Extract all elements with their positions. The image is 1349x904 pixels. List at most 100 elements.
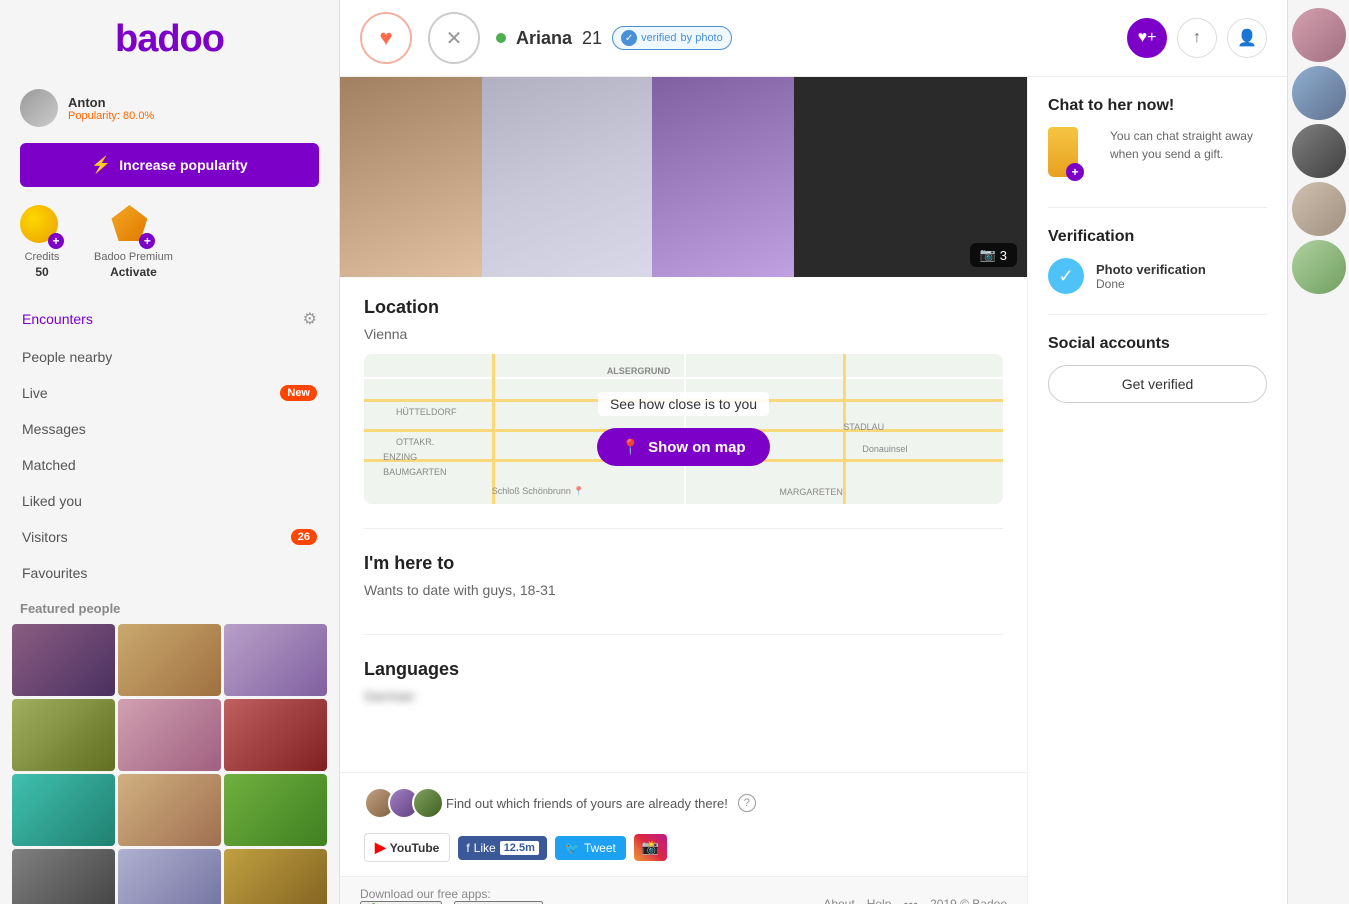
sidebar-item-people-nearby[interactable]: People nearby [10, 339, 329, 375]
app-logo: badoo [0, 0, 339, 71]
facebook-button[interactable]: f Like 12.5m [458, 836, 547, 860]
chat-promo-body: + You can chat straight away when you se… [1048, 127, 1267, 187]
live-item-left: Live [22, 385, 48, 401]
premium-plus-icon: + [139, 233, 155, 249]
avatar-image [20, 89, 58, 127]
featured-item[interactable] [12, 699, 115, 771]
sidebar-item-favourites[interactable]: Favourites [10, 555, 329, 591]
visitors-badge: 26 [291, 529, 317, 545]
social-accounts-section: Social accounts Get verified [1048, 335, 1267, 403]
super-like-button[interactable]: ♥+ [1127, 18, 1167, 58]
premium-item[interactable]: + Badoo Premium Activate [94, 205, 173, 279]
verification-status: Done [1096, 277, 1206, 291]
thumbnail-item[interactable] [1292, 240, 1346, 294]
increase-popularity-button[interactable]: ⚡ Increase popularity [20, 143, 319, 187]
footer-help-link[interactable]: Help [867, 897, 892, 904]
app-download-label: Download our free apps: [360, 887, 491, 901]
facebook-icon: f [466, 841, 469, 855]
featured-item[interactable] [224, 699, 327, 771]
youtube-icon: ▶ [375, 839, 386, 856]
twitter-button[interactable]: 🐦 Tweet [555, 836, 626, 860]
thumbnail-item[interactable] [1292, 182, 1346, 236]
here-to-section: I'm here to Wants to date with guys, 18-… [364, 553, 1003, 635]
youtube-button[interactable]: ▶ YouTube [364, 833, 450, 862]
credits-item[interactable]: + Credits 50 [20, 205, 64, 279]
location-section: Location Vienna A [364, 297, 1003, 529]
main-content: ♥ ✕ Ariana 21 ✓ verified by photo ♥+ ↑ 👤 [340, 0, 1287, 904]
featured-title: Featured people [0, 591, 339, 624]
show-on-map-label: Show on map [648, 439, 746, 456]
verified-badge: ✓ verified by photo [612, 26, 732, 50]
share-button[interactable]: ↑ [1177, 18, 1217, 58]
featured-item[interactable] [12, 624, 115, 696]
thumbnail-item[interactable] [1292, 8, 1346, 62]
featured-item[interactable] [224, 624, 327, 696]
featured-item[interactable] [12, 774, 115, 846]
filter-icon[interactable]: ⚙ [303, 309, 317, 329]
profile-column: 📷 3 Location Vienna [340, 77, 1027, 904]
right-thumbnail-strip [1287, 0, 1349, 904]
nav-section: Encounters ⚙ People nearby Live New Mess… [0, 299, 339, 591]
avatar [20, 89, 58, 127]
photo-strip: 📷 3 [340, 77, 1027, 277]
photo-1[interactable] [340, 77, 482, 277]
help-icon[interactable]: ? [738, 794, 756, 812]
user-info: Anton Popularity: 80.0% [0, 81, 339, 135]
footer-more-icon[interactable]: ••• [903, 896, 918, 904]
facebook-like-label: Like [474, 841, 496, 855]
user-details: Anton Popularity: 80.0% [68, 95, 154, 122]
photo-2[interactable] [482, 77, 652, 277]
featured-item[interactable] [118, 849, 221, 904]
credits-section: + Credits 50 + Badoo Premium Activate [0, 195, 339, 299]
instagram-button[interactable]: 📸 [634, 834, 667, 861]
premium-label: Badoo Premium [94, 251, 173, 263]
featured-item[interactable] [118, 624, 221, 696]
favourites-label: Favourites [22, 565, 87, 581]
live-label: Live [22, 385, 48, 401]
sidebar-item-matched[interactable]: Matched [10, 447, 329, 483]
featured-item[interactable] [224, 774, 327, 846]
sidebar-item-messages[interactable]: Messages [10, 411, 329, 447]
sidebar-item-visitors[interactable]: Visitors 26 [10, 519, 329, 555]
friends-avatars [364, 787, 436, 819]
friend-avatar [412, 787, 444, 819]
right-panel: Chat to her now! + You can chat straight… [1027, 77, 1287, 904]
languages-section: Languages German [364, 659, 1003, 728]
friends-text: Find out which friends of yours are alre… [446, 796, 728, 811]
show-on-map-button[interactable]: 📍 Show on map [597, 428, 769, 466]
featured-item[interactable] [224, 849, 327, 904]
profile-info: Ariana 21 ✓ verified by photo [496, 26, 1111, 50]
facebook-count: 12.5m [500, 841, 539, 855]
gift-bottle-icon: + [1048, 127, 1078, 177]
thumbnail-item[interactable] [1292, 66, 1346, 120]
dislike-button[interactable]: ✕ [428, 12, 480, 64]
sidebar-item-live[interactable]: Live New [10, 375, 329, 411]
credits-plus-icon: + [48, 233, 64, 249]
logo-text: badoo [115, 18, 224, 60]
like-button[interactable]: ♥ [360, 12, 412, 64]
visitors-label: Visitors [22, 529, 68, 545]
more-options-button[interactable]: 👤 [1227, 18, 1267, 58]
featured-item[interactable] [118, 699, 221, 771]
app-download-section: Download our free apps: 🍎 App Store ▶ Go… [360, 887, 543, 904]
sidebar-item-encounters[interactable]: Encounters ⚙ [10, 299, 329, 339]
verified-check-icon: ✓ [621, 30, 637, 46]
sidebar-item-liked-you[interactable]: Liked you [10, 483, 329, 519]
featured-item[interactable] [12, 849, 115, 904]
verification-title: Verification [1048, 228, 1267, 246]
youtube-label: YouTube [390, 841, 440, 855]
gift-plus-icon: + [1066, 163, 1084, 181]
featured-item[interactable] [118, 774, 221, 846]
featured-grid [0, 624, 339, 904]
here-to-value: Wants to date with guys, 18-31 [364, 582, 1003, 598]
languages-value: German [364, 688, 1003, 704]
footer-about-link[interactable]: About [823, 897, 854, 904]
photo-3[interactable] [652, 77, 794, 277]
instagram-icon: 📸 [642, 839, 659, 855]
map-see-close-text: See how close is to you [598, 392, 769, 416]
messages-label: Messages [22, 421, 86, 437]
thumbnail-item[interactable] [1292, 124, 1346, 178]
get-verified-button[interactable]: Get verified [1048, 365, 1267, 403]
liked-you-label: Liked you [22, 493, 82, 509]
verified-sublabel: by photo [681, 32, 723, 44]
